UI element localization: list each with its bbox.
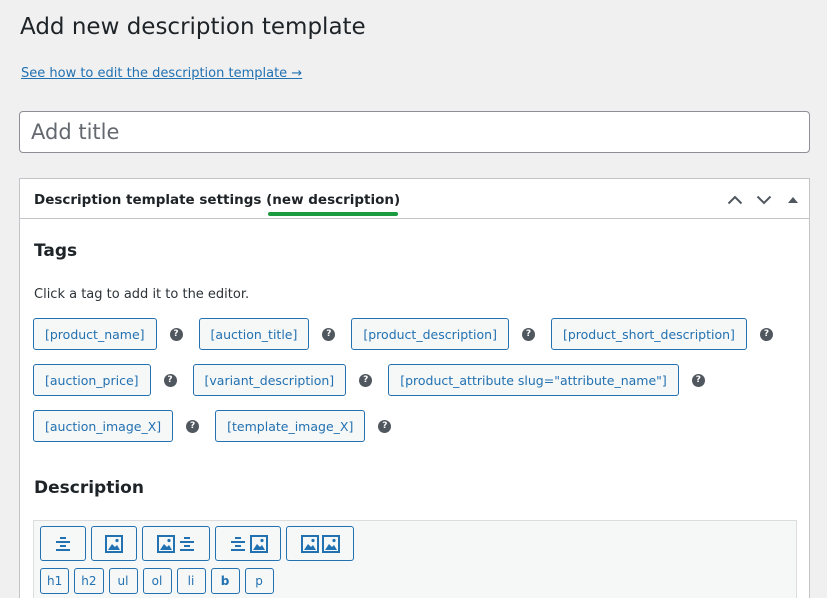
tags-help-text: Click a tag to add it to the editor.: [34, 287, 250, 302]
tag-product-attribute-button[interactable]: [product_attribute slug="attribute_name"…: [388, 364, 679, 396]
help-icon[interactable]: ?: [521, 327, 535, 341]
chevron-down-icon: [756, 195, 771, 204]
description-heading: Description: [34, 478, 144, 498]
triangle-up-icon: [787, 197, 798, 203]
tag-product-name-button[interactable]: [product_name]: [33, 318, 157, 350]
layout-image-text-button[interactable]: [142, 526, 210, 561]
move-down-button[interactable]: [753, 189, 774, 210]
postbox-title-highlight: (new description): [266, 192, 401, 208]
image-icon: [249, 534, 268, 553]
format-p-button[interactable]: p: [244, 568, 274, 594]
layout-buttons-row: [40, 526, 354, 561]
tag-variant-description-button[interactable]: [variant_description]: [192, 364, 347, 396]
format-ul-button[interactable]: ul: [108, 568, 138, 594]
layout-image-button[interactable]: [91, 526, 137, 561]
format-buttons-row: h1 h2 ul ol li b p: [40, 568, 274, 594]
help-icon[interactable]: ?: [691, 373, 705, 387]
help-icon[interactable]: ?: [359, 373, 373, 387]
format-bold-button[interactable]: b: [210, 568, 240, 594]
tag-row-2: [auction_price]? [variant_description]? …: [33, 364, 721, 396]
format-li-button[interactable]: li: [176, 568, 206, 594]
image-icon: [300, 534, 319, 553]
postbox-title-text: Description template settings: [34, 192, 267, 208]
image-icon: [105, 534, 123, 553]
help-icon[interactable]: ?: [169, 327, 183, 341]
tag-row-3: [auction_image_X]? [template_image_X]?: [33, 410, 407, 442]
tag-auction-price-button[interactable]: [auction_price]: [33, 364, 151, 396]
format-h2-button[interactable]: h2: [74, 568, 104, 594]
tag-auction-title-button[interactable]: [auction_title]: [198, 318, 310, 350]
postbox-actions: [724, 189, 803, 210]
help-icon[interactable]: ?: [186, 419, 200, 433]
align-center-icon: [56, 536, 70, 551]
chevron-up-icon: [727, 195, 742, 204]
toggle-panel-button[interactable]: [782, 189, 803, 210]
image-icon: [321, 534, 340, 553]
align-center-icon: [230, 536, 245, 551]
postbox-header: Description template settings (new descr…: [20, 179, 809, 219]
image-icon: [156, 534, 175, 553]
template-settings-postbox: Description template settings (new descr…: [19, 178, 810, 598]
description-toolbar: h1 h2 ul ol li b p: [33, 520, 797, 598]
page-title: Add new description template: [20, 14, 366, 40]
help-link[interactable]: See how to edit the description template…: [21, 66, 302, 81]
help-icon[interactable]: ?: [759, 327, 773, 341]
format-ol-button[interactable]: ol: [142, 568, 172, 594]
layout-text-button[interactable]: [40, 526, 86, 561]
postbox-title: Description template settings (new descr…: [34, 192, 400, 208]
align-center-icon: [179, 536, 194, 551]
help-icon[interactable]: ?: [163, 373, 177, 387]
title-input[interactable]: [19, 111, 810, 153]
layout-two-images-button[interactable]: [286, 526, 354, 561]
help-icon[interactable]: ?: [322, 327, 336, 341]
move-up-button[interactable]: [724, 189, 745, 210]
format-h1-button[interactable]: h1: [40, 568, 70, 594]
tag-product-description-button[interactable]: [product_description]: [351, 318, 509, 350]
help-icon[interactable]: ?: [378, 419, 392, 433]
layout-text-image-button[interactable]: [215, 526, 281, 561]
tag-row-1: [product_name]? [auction_title]? [produc…: [33, 318, 789, 350]
tag-auction-image-button[interactable]: [auction_image_X]: [33, 410, 174, 442]
tags-heading: Tags: [34, 241, 78, 261]
tag-product-short-description-button[interactable]: [product_short_description]: [550, 318, 747, 350]
tag-template-image-button[interactable]: [template_image_X]: [215, 410, 366, 442]
